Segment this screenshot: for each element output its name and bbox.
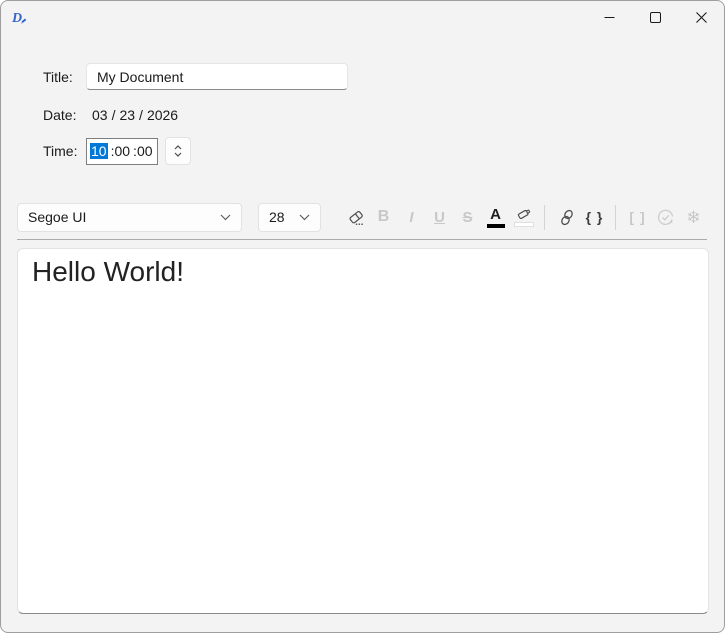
highlight-button[interactable] xyxy=(510,203,537,231)
strikethrough-button[interactable]: S xyxy=(454,203,481,231)
check-circle-arrow-icon xyxy=(657,209,674,225)
sync-check-button[interactable] xyxy=(652,203,679,231)
underline-glyph: U xyxy=(434,208,445,226)
toolbar-separator xyxy=(615,204,616,230)
clear-formatting-button[interactable] xyxy=(342,203,369,231)
chevron-down-icon xyxy=(220,214,231,220)
svg-text:D: D xyxy=(11,11,22,26)
font-size-value: 28 xyxy=(269,209,285,225)
toolbar-separator xyxy=(544,204,545,230)
date-month[interactable]: 03 xyxy=(92,107,108,123)
eraser-icon xyxy=(348,210,363,225)
up-down-chevrons-icon xyxy=(174,145,182,157)
app-window: D Title: Date: 03 / xyxy=(0,0,725,633)
font-family-value: Segoe UI xyxy=(28,209,87,225)
time-spinner-button[interactable] xyxy=(165,137,191,165)
font-family-select[interactable]: Segoe UI xyxy=(17,202,242,232)
maximize-button[interactable] xyxy=(632,1,678,33)
caption-buttons xyxy=(586,1,724,33)
maximize-icon xyxy=(649,11,661,23)
date-day[interactable]: 23 xyxy=(119,107,135,123)
toolbar-divider xyxy=(17,239,707,240)
close-icon xyxy=(695,11,707,23)
bold-button[interactable]: B xyxy=(370,203,397,231)
time-second[interactable]: 00 xyxy=(137,143,153,159)
time-input[interactable]: 10 : 00 : 00 xyxy=(86,137,158,165)
time-hour-selected[interactable]: 10 xyxy=(90,143,108,159)
rich-text-editor[interactable]: Hello World! xyxy=(17,248,709,614)
date-label: Date: xyxy=(43,107,77,123)
highlight-color-swatch xyxy=(513,222,534,227)
brackets-button[interactable]: [ ] xyxy=(624,203,651,231)
date-separator: / xyxy=(139,107,143,123)
title-input[interactable] xyxy=(86,63,348,90)
brackets-glyph: [ ] xyxy=(629,209,646,225)
bold-glyph: B xyxy=(377,208,390,225)
time-minute[interactable]: 00 xyxy=(114,143,130,159)
date-row: Date: 03 / 23 / 2026 xyxy=(43,105,348,125)
title-row: Title: xyxy=(43,63,348,90)
italic-button[interactable]: I xyxy=(398,203,425,231)
font-size-select[interactable]: 28 xyxy=(258,202,321,232)
strikethrough-glyph: S xyxy=(462,208,473,226)
date-year[interactable]: 2026 xyxy=(147,107,178,123)
font-color-button[interactable]: A xyxy=(482,203,509,231)
font-color-glyph: A xyxy=(490,205,501,223)
date-picker[interactable]: 03 / 23 / 2026 xyxy=(86,107,182,123)
minimize-button[interactable] xyxy=(586,1,632,33)
app-icon: D xyxy=(11,9,28,26)
time-row: Time: 10 : 00 : 00 xyxy=(43,137,348,165)
link-icon xyxy=(560,209,573,225)
date-separator: / xyxy=(111,107,116,123)
title-label: Title: xyxy=(43,68,73,85)
insert-link-button[interactable] xyxy=(553,203,580,231)
font-color-swatch xyxy=(486,223,505,228)
format-toolbar: Segoe UI 28 B I U S A {} [] ❄ xyxy=(17,202,708,232)
minimize-icon xyxy=(604,16,614,18)
time-label: Time: xyxy=(43,143,78,159)
code-braces-glyph: { } xyxy=(585,209,604,225)
code-braces-button[interactable]: { } xyxy=(581,203,608,231)
chevron-down-icon xyxy=(299,214,310,220)
freeze-button[interactable]: ❄ xyxy=(680,203,707,231)
italic-glyph: I xyxy=(409,208,414,226)
snowflake-icon: ❄ xyxy=(686,207,701,227)
close-button[interactable] xyxy=(678,1,724,33)
document-form: Title: Date: 03 / 23 / 2026 Time: 10 : 0… xyxy=(43,63,348,165)
titlebar: D xyxy=(1,1,724,33)
highlighter-icon xyxy=(517,209,530,220)
underline-button[interactable]: U xyxy=(426,203,453,231)
